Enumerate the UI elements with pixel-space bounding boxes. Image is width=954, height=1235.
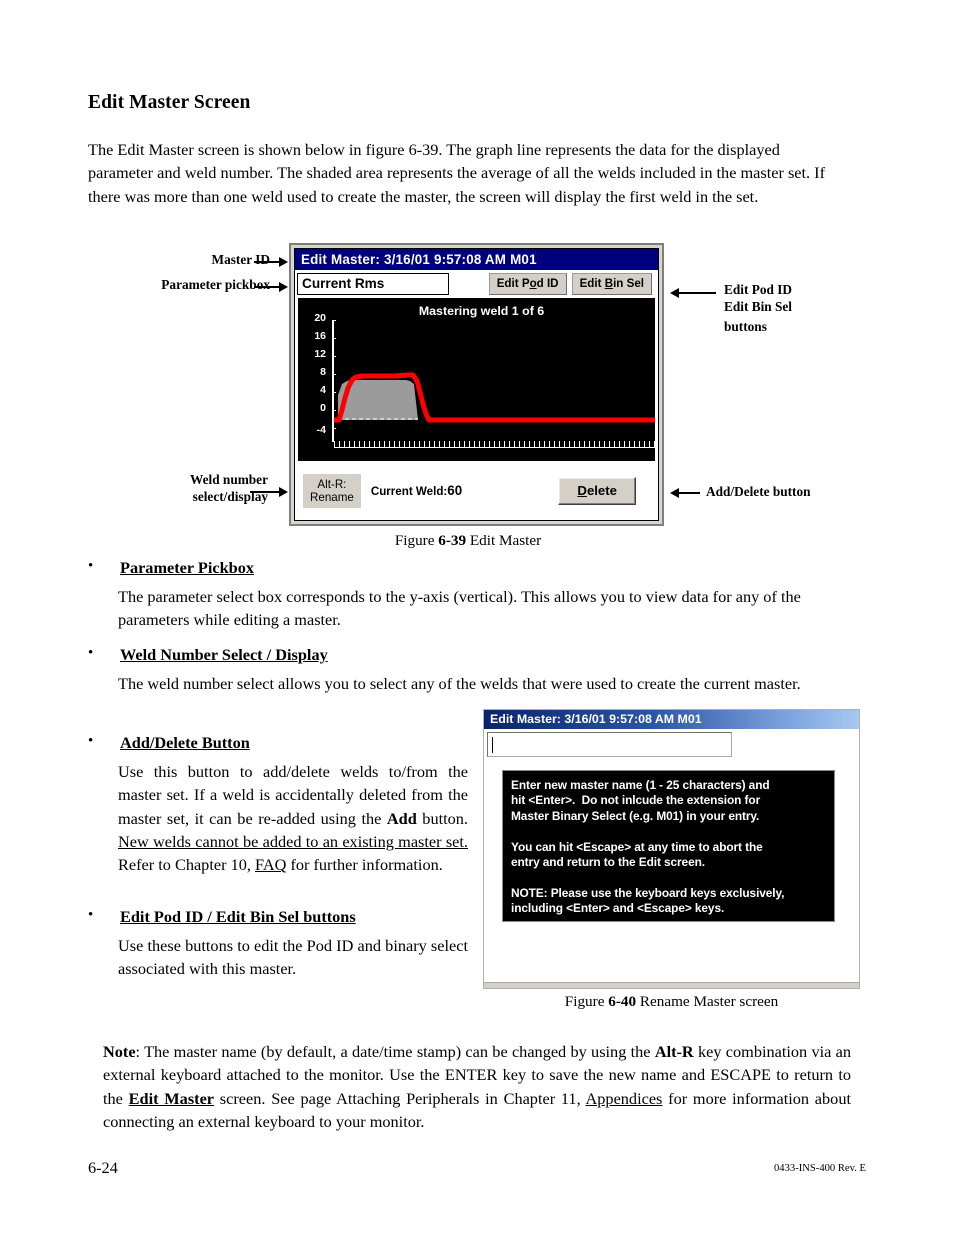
- footer-document-number: 0433-INS-400 Rev. E: [774, 1163, 866, 1174]
- bullet-dot: •: [88, 645, 94, 661]
- window-toolbar: Current Rms Edit Pod ID Edit Bin Sel: [295, 270, 658, 297]
- note-underline-appendices: Appendices: [585, 1088, 663, 1108]
- x-axis-line: [334, 447, 655, 448]
- master-name-input[interactable]: [487, 732, 732, 757]
- delete-accel-key: D: [577, 482, 587, 498]
- bullet-dot: •: [88, 733, 94, 749]
- edit-pod-id-accel-key: o: [529, 277, 537, 290]
- edit-bin-sel-label-post: in Sel: [613, 277, 644, 290]
- figure-1-caption: Figure 6-39 Edit Master: [88, 532, 848, 550]
- callout-arrow-edit-pod: [670, 288, 716, 298]
- bullet-body-edit-pod-bin-buttons: Use these buttons to edit the Pod ID and…: [118, 936, 468, 979]
- bullet-dot: •: [88, 558, 94, 574]
- add-delete-text-part2: button.: [416, 808, 468, 828]
- edit-pod-id-label-post: d ID: [536, 277, 559, 290]
- rename-window-bottom-edge: [484, 982, 859, 988]
- figure-2-caption-number: 6-40: [608, 993, 637, 1010]
- bullet-dot: •: [88, 907, 94, 923]
- callout-arrow-add-delete: [670, 488, 700, 498]
- page-title: Edit Master Screen: [88, 92, 251, 113]
- callout-buttons-word: buttons: [724, 319, 767, 334]
- add-delete-underline-faq: FAQ: [255, 855, 287, 875]
- figure-2-caption: Figure 6-40 Rename Master screen: [483, 993, 860, 1011]
- edit-bin-sel-accel-key: B: [604, 277, 614, 290]
- current-weld-display[interactable]: Current Weld:60: [371, 483, 462, 498]
- weld-graph: Mastering weld 1 of 6 20 16 12 8 4 0 -4: [298, 298, 655, 461]
- callout-add-delete-button: Add/Delete button: [706, 484, 811, 499]
- bullet-heading-add-delete-button: Add/Delete Button: [120, 733, 250, 752]
- chart-trace-group: [334, 372, 655, 423]
- note-label: Note: [103, 1042, 136, 1061]
- add-delete-text-part3: Refer to Chapter 10,: [118, 855, 255, 875]
- rename-instructions-panel: Enter new master name (1 - 25 characters…: [502, 770, 835, 922]
- bullet-weld-number-select: • Weld Number Select / Display: [88, 645, 488, 667]
- document-page: Edit Master Screen The Edit Master scree…: [0, 0, 954, 1235]
- edit-pod-id-label-pre: Edit P: [496, 277, 530, 290]
- rename-window-title-bar: Edit Master: 3/16/01 9:57:08 AM M01: [484, 710, 859, 729]
- figure-1-caption-text: Edit Master: [466, 532, 542, 549]
- edit-master-window: Edit Master: 3/16/01 9:57:08 AM M01 Curr…: [289, 243, 664, 526]
- callout-weld-number-line2: select/display: [192, 489, 268, 504]
- edit-master-window-inner: Edit Master: 3/16/01 9:57:08 AM M01 Curr…: [294, 248, 659, 521]
- add-delete-text-part4: for further information.: [286, 855, 443, 875]
- parameter-pickbox[interactable]: Current Rms: [297, 273, 449, 295]
- note-part1: : The master name (by default, a date/ti…: [135, 1042, 655, 1061]
- bullet-heading-parameter-pickbox: Parameter Pickbox: [120, 558, 254, 577]
- add-delete-bold-add: Add: [386, 808, 417, 828]
- figure-2-caption-text: Rename Master screen: [636, 993, 779, 1010]
- callout-weld-number-line1: Weld number: [190, 472, 268, 487]
- window-title-bar: Edit Master: 3/16/01 9:57:08 AM M01: [295, 249, 658, 270]
- figure-2-caption-prefix: Figure: [564, 993, 609, 1010]
- text-caret: [492, 737, 493, 753]
- callout-arrow-parameter-pickbox: [254, 282, 288, 292]
- callout-master-id: Master ID: [211, 252, 270, 267]
- window-bottom-bar: Alt-R: Rename Current Weld:60 Delete: [295, 461, 658, 520]
- bullet-body-weld-number-select: The weld number select allows you to sel…: [118, 674, 801, 693]
- bullet-heading-edit-pod-bin-buttons: Edit Pod ID / Edit Bin Sel buttons: [120, 907, 356, 926]
- toolbar-buttons: Edit Pod ID Edit Bin Sel: [488, 273, 654, 295]
- callout-parameter-pickbox: Parameter pickbox: [161, 277, 270, 292]
- x-axis-ticks: [334, 441, 655, 447]
- current-weld-label: Current Weld:: [370, 485, 448, 498]
- callout-arrow-weld-number: [250, 487, 288, 497]
- note-paragraph: Note: The master name (by default, a dat…: [103, 1040, 851, 1133]
- intro-paragraph: The Edit Master screen is shown below in…: [88, 140, 826, 206]
- rename-line2: Rename: [310, 490, 354, 504]
- alt-r-rename-button[interactable]: Alt-R: Rename: [303, 473, 361, 508]
- bullet-body-parameter-pickbox: The parameter select box corresponds to …: [118, 587, 801, 630]
- note-bold-altr: Alt-R: [654, 1042, 694, 1061]
- callout-edit-pod-id: Edit Pod ID: [724, 282, 792, 297]
- edit-bin-sel-label-pre: Edit: [579, 277, 605, 290]
- callout-arrow-master-id: [254, 257, 288, 267]
- current-weld-value: 60: [447, 483, 463, 498]
- edit-pod-id-button[interactable]: Edit Pod ID: [488, 273, 567, 295]
- bullet-parameter-pickbox: • Parameter Pickbox: [88, 558, 488, 580]
- footer-page-number: 6-24: [88, 1158, 118, 1177]
- note-part3: screen. See page Attaching Peripherals i…: [214, 1088, 586, 1108]
- rename-master-window: Edit Master: 3/16/01 9:57:08 AM M01 Ente…: [483, 709, 860, 989]
- rename-line1: Alt-R:: [317, 477, 347, 491]
- bullet-add-delete-button: • Add/Delete Button: [88, 733, 488, 755]
- edit-bin-sel-button[interactable]: Edit Bin Sel: [571, 273, 652, 295]
- note-bold-edit-master: Edit Master: [128, 1088, 215, 1108]
- delete-label-rest: elete: [586, 482, 617, 498]
- figure-1-caption-number: 6-39: [438, 532, 467, 549]
- add-delete-underline-1: New welds cannot be added to an existing…: [118, 831, 468, 851]
- figure-1-caption-prefix: Figure: [394, 532, 439, 549]
- bullet-heading-weld-number-select: Weld Number Select / Display: [120, 645, 328, 664]
- bullet-body-add-delete-button: Use this button to add/delete welds to/f…: [118, 760, 468, 876]
- callout-edit-bin-sel: Edit Bin Sel: [724, 299, 792, 314]
- bullet-edit-pod-bin-buttons: • Edit Pod ID / Edit Bin Sel buttons: [88, 907, 488, 929]
- delete-button[interactable]: Delete: [558, 476, 636, 505]
